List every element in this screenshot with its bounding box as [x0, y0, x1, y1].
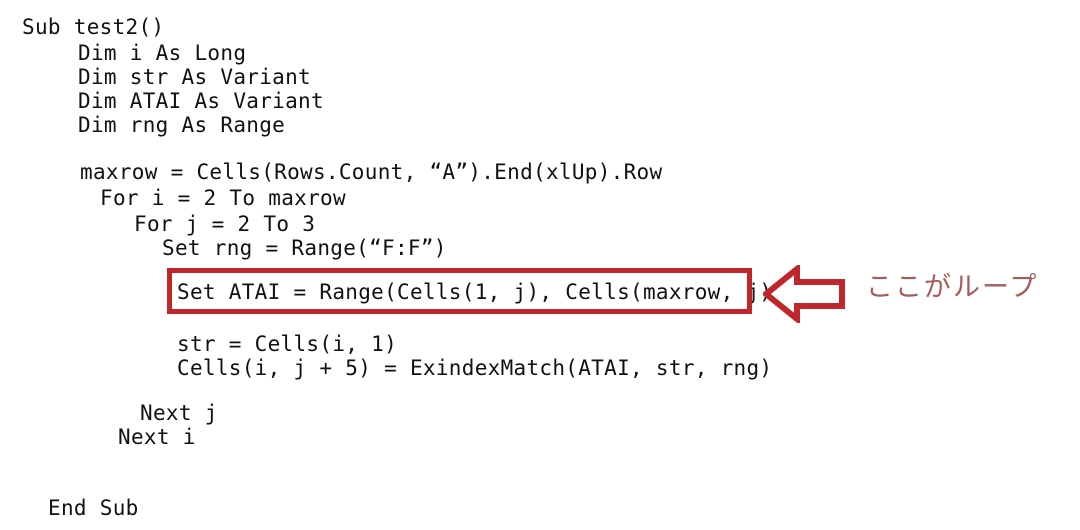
code-line-set-rng: Set rng = Range(“F:F”) [162, 236, 447, 260]
code-line-next-j: Next j [140, 401, 218, 425]
highlight-rectangle [167, 268, 752, 314]
code-line-for-i: For i = 2 To maxrow [100, 186, 346, 210]
code-line-dim-i: Dim i As Long [78, 41, 247, 65]
code-line-dim-str: Dim str As Variant [78, 65, 311, 89]
code-line-dim-atai: Dim ATAI As Variant [78, 89, 324, 113]
code-line-sub-test2: Sub test2() [22, 15, 165, 39]
code-line-next-i: Next i [118, 425, 196, 449]
code-line-for-j: For j = 2 To 3 [134, 212, 316, 236]
code-line-cells-exindexmatch: Cells(i, j + 5) = ExindexMatch(ATAI, str… [177, 356, 773, 380]
code-canvas: Sub test2() Dim i As Long Dim str As Var… [0, 0, 1080, 530]
callout-label-text: ここがループ [866, 272, 1039, 303]
code-line-str-assign: str = Cells(i, 1) [177, 332, 398, 356]
code-line-dim-rng: Dim rng As Range [78, 113, 286, 137]
left-arrow-icon [763, 265, 845, 323]
code-line-maxrow-assign: maxrow = Cells(Rows.Count, “A”).End(xlUp… [80, 160, 663, 184]
code-line-end-sub: End Sub [48, 496, 139, 520]
